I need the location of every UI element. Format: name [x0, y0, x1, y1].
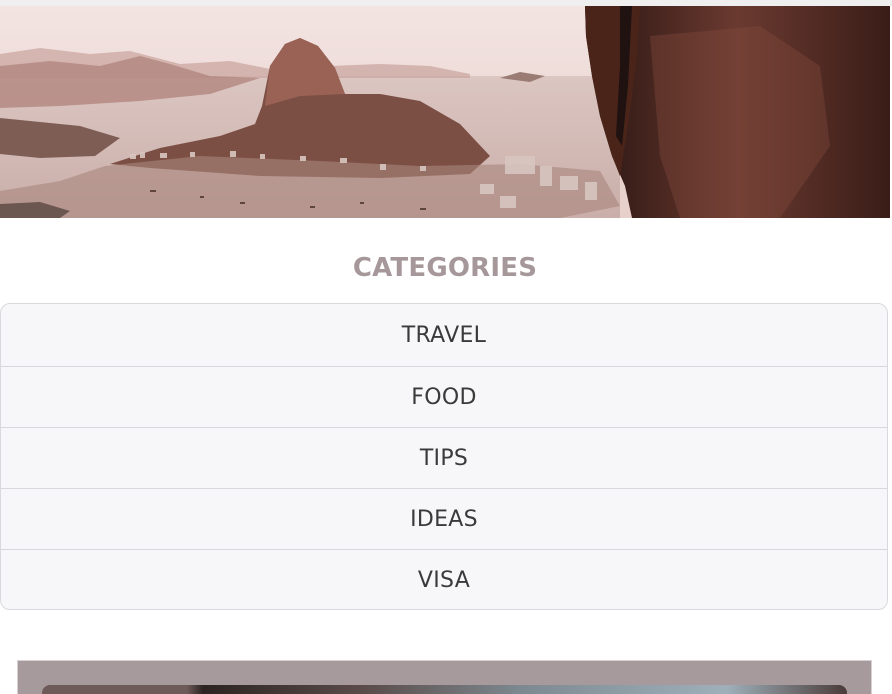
- category-item-label: IDEAS: [410, 506, 478, 532]
- categories-title: CATEGORIES: [352, 253, 538, 283]
- category-list: TRAVEL FOOD TIPS IDEAS VISA: [0, 303, 888, 610]
- category-item-label: TRAVEL: [401, 322, 487, 348]
- category-item-tips[interactable]: TIPS: [1, 427, 887, 488]
- category-item-label: VISA: [417, 567, 471, 593]
- category-item-label: FOOD: [411, 384, 477, 410]
- category-item-visa[interactable]: VISA: [1, 549, 887, 609]
- category-item-ideas[interactable]: IDEAS: [1, 488, 887, 549]
- category-item-label: TIPS: [419, 445, 469, 471]
- category-item-food[interactable]: FOOD: [1, 366, 887, 427]
- post-card-preview[interactable]: [17, 660, 872, 694]
- post-card-image: [42, 685, 847, 694]
- page: CATEGORIES TRAVEL FOOD TIPS IDEAS VISA: [0, 0, 892, 694]
- hero-image: [0, 6, 890, 218]
- category-item-travel[interactable]: TRAVEL: [1, 304, 887, 366]
